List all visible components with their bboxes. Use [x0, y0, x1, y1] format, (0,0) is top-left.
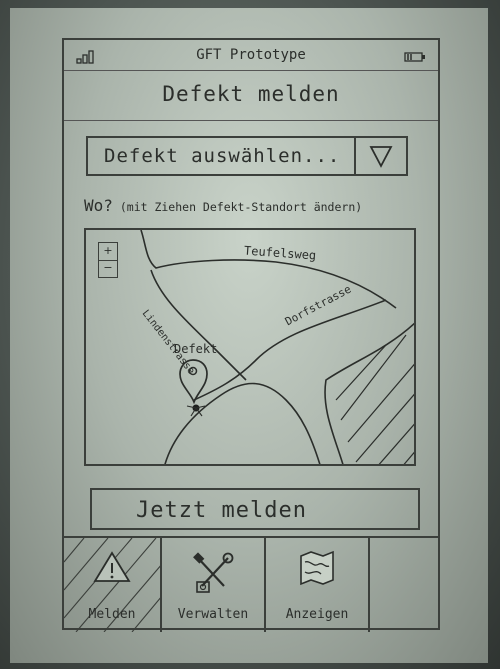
tab-anzeigen[interactable]: Anzeigen	[266, 538, 370, 632]
zoom-in-button[interactable]: +	[99, 243, 117, 261]
submit-report-button[interactable]: Jetzt melden	[90, 488, 420, 530]
app-title: GFT Prototype	[196, 47, 306, 63]
page-header: Defekt melden	[64, 70, 438, 121]
marker-label: Defekt	[174, 342, 218, 356]
paper-sheet: GFT Prototype Defekt melden Defekt auswä…	[10, 8, 488, 663]
dropdown-button[interactable]	[354, 138, 406, 174]
tab-verwalten-label: Verwalten	[177, 607, 249, 622]
location-hint-lead: Wo?	[84, 196, 113, 215]
battery-icon	[404, 52, 425, 62]
triangle-down-icon	[369, 146, 393, 168]
phone-frame: GFT Prototype Defekt melden Defekt auswä…	[62, 38, 440, 632]
tab-melden[interactable]: Melden	[64, 538, 162, 632]
zoom-control: + −	[98, 242, 118, 278]
page-title: Defekt melden	[162, 82, 340, 106]
tab-empty[interactable]	[370, 538, 440, 632]
tab-melden-label: Melden	[88, 607, 136, 622]
zoom-out-button[interactable]: −	[99, 260, 117, 277]
tab-anzeigen-label: Anzeigen	[285, 607, 349, 622]
defect-select-value: Defekt auswählen...	[104, 145, 341, 167]
status-bar: GFT Prototype	[64, 40, 438, 71]
defect-select[interactable]: Defekt auswählen...	[86, 136, 408, 176]
tools-icon	[193, 552, 234, 593]
location-hint-detail: (mit Ziehen Defekt-Standort ändern)	[119, 200, 363, 214]
tab-verwalten[interactable]: Verwalten	[162, 538, 266, 632]
map-drawing	[140, 230, 414, 464]
tab-bar: Melden Verwalten Anzeigen	[64, 536, 438, 632]
submit-report-label: Jetzt melden	[136, 498, 307, 523]
map-icon	[300, 550, 334, 586]
warning-triangle-icon	[93, 551, 131, 582]
location-hint: Wo? (mit Ziehen Defekt-Standort ändern)	[84, 196, 362, 215]
location-map[interactable]: + − Teufelsweg Lindenstrasse Dorfstrasse…	[84, 228, 416, 466]
